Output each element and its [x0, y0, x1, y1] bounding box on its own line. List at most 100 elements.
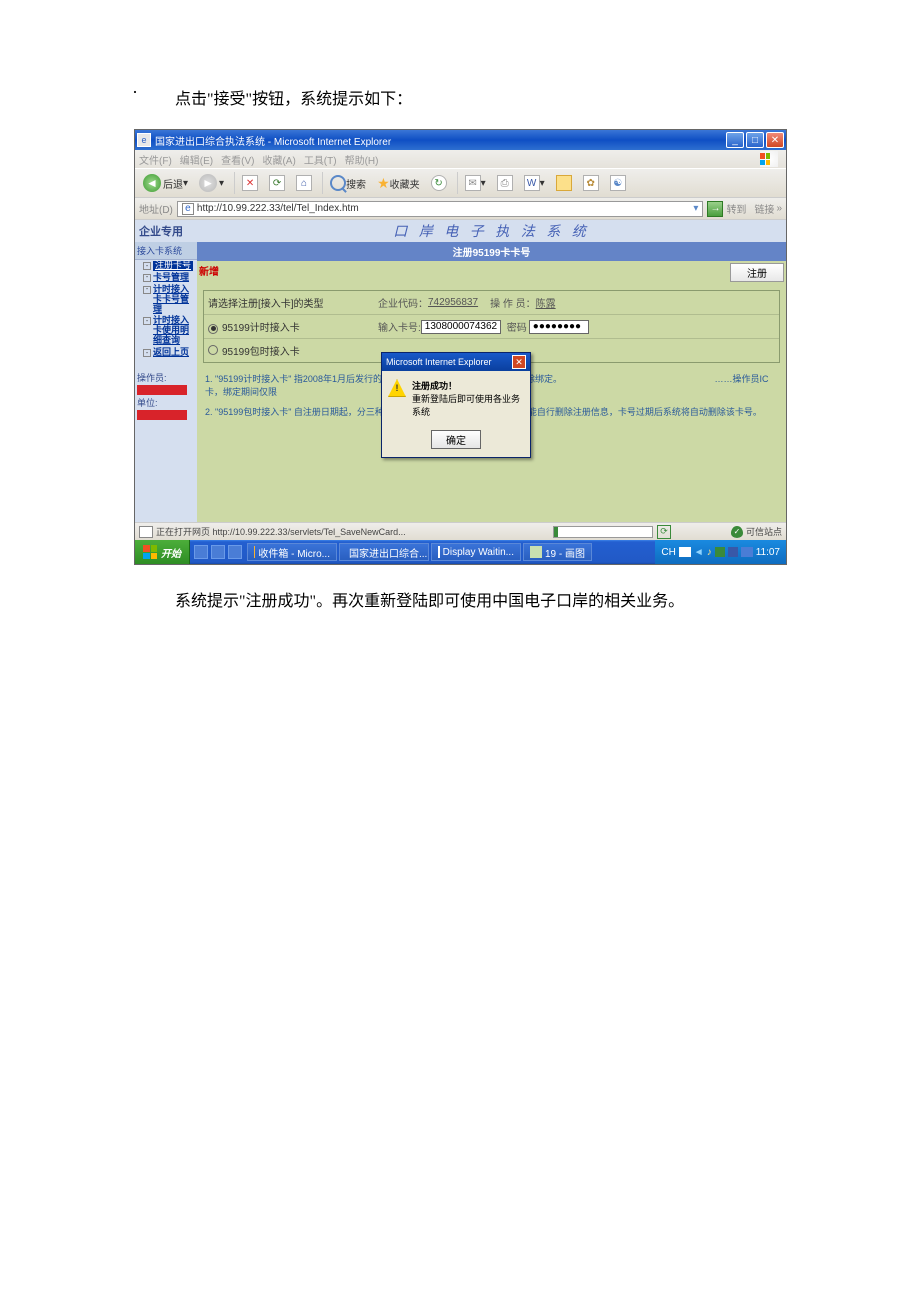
print-button[interactable]: ⎙ [493, 173, 517, 193]
menu-help[interactable]: 帮助(H) [345, 152, 379, 167]
quick-launch[interactable] [190, 545, 246, 559]
page-icon: e [182, 203, 194, 215]
alert-dialog: Microsoft Internet Explorer ✕ ! 注册成功！ 重新… [381, 352, 531, 458]
forward-button[interactable]: ►▾ [195, 172, 228, 194]
radio-option-2[interactable]: 95199包时接入卡 [208, 343, 378, 358]
main-title: 注册95199卡卡号 [197, 242, 786, 261]
menubar[interactable]: 文件(F) 编辑(E) 查看(V) 收藏(A) 工具(T) 帮助(H) [135, 150, 786, 168]
doc-text-before: 点击"接受"按钮，系统提示如下： [0, 85, 920, 109]
app-header: 企业专用 口 岸 电 子 执 法 系 统 [135, 220, 786, 242]
windows-flag-icon [143, 545, 157, 559]
alert-ok-button[interactable]: 确定 [431, 430, 481, 449]
sidebar-item-register[interactable]: -注册卡号 [135, 260, 197, 272]
search-button[interactable]: 搜索 [326, 173, 370, 193]
links-label[interactable]: 链接 [754, 201, 774, 216]
menu-view[interactable]: 查看(V) [221, 152, 254, 167]
back-button[interactable]: ◄后退 ▾ [139, 172, 192, 194]
lang-indicator[interactable]: CH [661, 547, 675, 558]
register-button[interactable]: 注册 [730, 263, 784, 282]
add-button[interactable]: 新增 [199, 263, 219, 282]
outlook-icon [254, 546, 255, 558]
progress-bar [553, 526, 653, 538]
folder-icon [556, 175, 572, 191]
windows-logo-icon [760, 151, 778, 167]
close-button[interactable]: ✕ [766, 132, 784, 148]
folder-button[interactable] [552, 173, 576, 193]
back-arrow-icon: ◄ [143, 174, 161, 192]
radio-icon [208, 345, 218, 355]
edit-button[interactable]: W▾ [520, 173, 549, 193]
password-input[interactable] [529, 320, 589, 334]
menu-file[interactable]: 文件(F) [139, 152, 172, 167]
menu-fav[interactable]: 收藏(A) [262, 152, 295, 167]
doc-marker: · [132, 82, 138, 103]
taskbar: 开始 收件箱 - Micro... 国家进出口综合... Display Wai… [135, 540, 786, 564]
mail-button[interactable]: ✉▾ [461, 173, 490, 193]
ql-item-3[interactable] [228, 545, 242, 559]
corp-code-value: 742956837 [428, 297, 478, 308]
go-label: 转到 [726, 201, 746, 216]
refresh-status-icon: ⟳ [657, 525, 671, 539]
sidebar-item-back[interactable]: -返回上页 [135, 347, 197, 359]
start-button[interactable]: 开始 [135, 540, 190, 564]
tray-icon[interactable] [741, 547, 753, 557]
menu-tools[interactable]: 工具(T) [304, 152, 337, 167]
unit-redacted [137, 410, 187, 420]
operator-box: 操作员: 单位: [135, 369, 197, 423]
ql-item-1[interactable] [194, 545, 208, 559]
clock: 11:07 [756, 547, 780, 558]
status-text: 正在打开网页 http://10.99.222.33/servlets/Tel_… [156, 525, 406, 538]
tool2-button[interactable]: ☯ [606, 173, 630, 193]
alert-message: 注册成功！ 重新登陆后即可使用各业务系统 [412, 379, 524, 418]
unit-label: 单位: [137, 396, 195, 409]
shield-icon: ✓ [731, 526, 743, 538]
system-tray[interactable]: CH ◄ ♪ 11:07 [655, 540, 786, 564]
ql-item-2[interactable] [211, 545, 225, 559]
address-input[interactable]: ehttp://10.99.222.33/tel/Tel_Index.htm▾ [177, 201, 704, 217]
sidebar-item-timecard[interactable]: -计时接入卡卡号管理 [135, 284, 197, 316]
main-area: 注册95199卡卡号 新增 注册 请选择注册[接入卡]的类型 企业代码： 742… [197, 242, 786, 522]
card-number-input[interactable] [421, 320, 501, 334]
taskbar-item-4[interactable]: 19 - 画图 [523, 543, 592, 561]
history-button[interactable]: ↻ [427, 173, 451, 193]
doc-text-after: 系统提示"注册成功"。再次重新登陆即可使用中国电子口岸的相关业务。 [0, 587, 920, 611]
main-toolbar: 新增 注册 [197, 261, 786, 284]
tray-icon[interactable] [728, 547, 738, 557]
menu-edit[interactable]: 编辑(E) [180, 152, 213, 167]
addressbar: 地址(D) ehttp://10.99.222.33/tel/Tel_Index… [135, 198, 786, 220]
radio-option-1[interactable]: 95199计时接入卡 [208, 319, 378, 334]
stop-button[interactable]: ✕ [238, 173, 262, 193]
sidebar-item-cardmgmt[interactable]: -卡号管理 [135, 272, 197, 284]
link-icon: ☯ [610, 175, 626, 191]
app-banner: 口 岸 电 子 执 法 系 统 [197, 221, 786, 241]
sidebar-item-detail[interactable]: -计时接入卡使用明细查询 [135, 315, 197, 347]
search-icon [330, 175, 346, 191]
maximize-button[interactable]: □ [746, 132, 764, 148]
taskbar-item-3[interactable]: Display Waitin... [431, 543, 521, 561]
taskbar-item-2[interactable]: 国家进出口综合... [339, 543, 429, 561]
tray-icon[interactable] [715, 547, 725, 557]
sidebar: 接入卡系统 -注册卡号 -卡号管理 -计时接入卡卡号管理 -计时接入卡使用明细查… [135, 242, 197, 522]
trusted-zone: ✓可信站点 [731, 525, 782, 538]
minimize-button[interactable]: _ [726, 132, 744, 148]
home-button[interactable]: ⌂ [292, 173, 316, 193]
address-label: 地址(D) [139, 201, 173, 216]
go-button[interactable]: → [707, 201, 723, 217]
home-icon: ⌂ [296, 175, 312, 191]
paint-icon [530, 546, 542, 558]
favorites-button[interactable]: ★收藏夹 [373, 173, 424, 194]
alert-close-button[interactable]: ✕ [512, 355, 526, 369]
print-icon: ⎙ [497, 175, 513, 191]
password-label: 密码 [507, 319, 527, 334]
tray-icon[interactable] [679, 547, 691, 557]
tray-icon[interactable]: ♪ [707, 547, 712, 558]
tray-icon[interactable]: ◄ [694, 547, 704, 558]
taskbar-item-1[interactable]: 收件箱 - Micro... [247, 543, 337, 561]
tool1-button[interactable]: ✿ [579, 173, 603, 193]
titlebar: e 国家进出口综合执法系统 - Microsoft Internet Explo… [135, 130, 786, 150]
enterprise-label: 企业专用 [135, 223, 197, 239]
alert-titlebar: Microsoft Internet Explorer ✕ [382, 353, 530, 371]
refresh-button[interactable]: ⟳ [265, 173, 289, 193]
statusbar: 正在打开网页 http://10.99.222.33/servlets/Tel_… [135, 522, 786, 540]
app-body: 企业专用 口 岸 电 子 执 法 系 统 接入卡系统 -注册卡号 -卡号管理 -… [135, 220, 786, 522]
